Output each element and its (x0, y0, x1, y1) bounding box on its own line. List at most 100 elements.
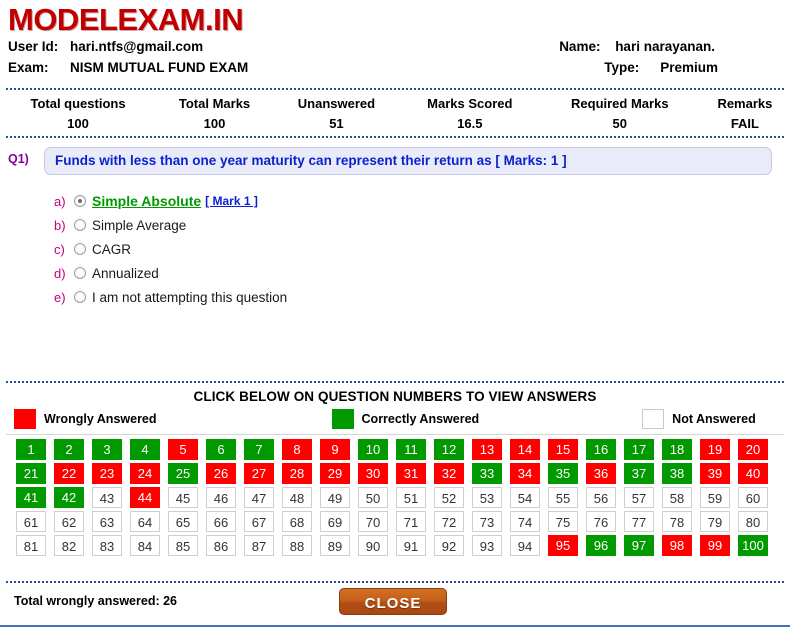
question-number-cell[interactable]: 42 (54, 487, 84, 508)
question-number-cell[interactable]: 4 (130, 439, 160, 460)
question-number-cell[interactable]: 68 (282, 511, 312, 532)
question-number-cell[interactable]: 11 (396, 439, 426, 460)
question-number-cell[interactable]: 1 (16, 439, 46, 460)
option-radio[interactable] (74, 267, 86, 279)
question-number-cell[interactable]: 40 (738, 463, 768, 484)
option-radio[interactable] (74, 291, 86, 303)
answer-option[interactable]: b) Simple Average (54, 213, 790, 237)
question-number-cell[interactable]: 59 (700, 487, 730, 508)
question-number-cell[interactable]: 97 (624, 535, 654, 556)
question-number-cell[interactable]: 53 (472, 487, 502, 508)
question-number-cell[interactable]: 65 (168, 511, 198, 532)
question-number-cell[interactable]: 17 (624, 439, 654, 460)
question-number-cell[interactable]: 67 (244, 511, 274, 532)
question-number-cell[interactable]: 82 (54, 535, 84, 556)
question-number-cell[interactable]: 18 (662, 439, 692, 460)
question-number-cell[interactable]: 62 (54, 511, 84, 532)
question-number-cell[interactable]: 28 (282, 463, 312, 484)
question-number-cell[interactable]: 38 (662, 463, 692, 484)
question-number-cell[interactable]: 78 (662, 511, 692, 532)
answer-option[interactable]: a) Simple Absolute[ Mark 1 ] (54, 189, 790, 213)
question-number-cell[interactable]: 26 (206, 463, 236, 484)
question-number-cell[interactable]: 84 (130, 535, 160, 556)
question-number-cell[interactable]: 8 (282, 439, 312, 460)
question-number-cell[interactable]: 54 (510, 487, 540, 508)
option-radio[interactable] (74, 195, 86, 207)
question-number-cell[interactable]: 60 (738, 487, 768, 508)
question-number-cell[interactable]: 69 (320, 511, 350, 532)
question-number-cell[interactable]: 100 (738, 535, 768, 556)
question-number-cell[interactable]: 47 (244, 487, 274, 508)
option-radio[interactable] (74, 219, 86, 231)
question-number-cell[interactable]: 51 (396, 487, 426, 508)
question-number-cell[interactable]: 61 (16, 511, 46, 532)
question-number-cell[interactable]: 48 (282, 487, 312, 508)
question-number-cell[interactable]: 70 (358, 511, 388, 532)
question-number-cell[interactable]: 44 (130, 487, 160, 508)
question-number-cell[interactable]: 96 (586, 535, 616, 556)
question-number-cell[interactable]: 25 (168, 463, 198, 484)
question-number-cell[interactable]: 77 (624, 511, 654, 532)
question-number-cell[interactable]: 80 (738, 511, 768, 532)
question-number-cell[interactable]: 39 (700, 463, 730, 484)
question-number-cell[interactable]: 30 (358, 463, 388, 484)
answer-option[interactable]: e) I am not attempting this question (54, 285, 790, 309)
question-number-cell[interactable]: 34 (510, 463, 540, 484)
question-number-cell[interactable]: 58 (662, 487, 692, 508)
question-number-cell[interactable]: 31 (396, 463, 426, 484)
question-number-cell[interactable]: 74 (510, 511, 540, 532)
question-number-cell[interactable]: 55 (548, 487, 578, 508)
question-number-cell[interactable]: 24 (130, 463, 160, 484)
question-number-cell[interactable]: 63 (92, 511, 122, 532)
question-number-cell[interactable]: 43 (92, 487, 122, 508)
question-number-cell[interactable]: 89 (320, 535, 350, 556)
question-number-cell[interactable]: 92 (434, 535, 464, 556)
question-number-cell[interactable]: 21 (16, 463, 46, 484)
question-number-cell[interactable]: 66 (206, 511, 236, 532)
question-number-cell[interactable]: 7 (244, 439, 274, 460)
question-number-cell[interactable]: 52 (434, 487, 464, 508)
option-radio[interactable] (74, 243, 86, 255)
question-number-cell[interactable]: 16 (586, 439, 616, 460)
question-number-cell[interactable]: 75 (548, 511, 578, 532)
question-number-cell[interactable]: 49 (320, 487, 350, 508)
question-number-cell[interactable]: 20 (738, 439, 768, 460)
answer-option[interactable]: d) Annualized (54, 261, 790, 285)
question-number-cell[interactable]: 98 (662, 535, 692, 556)
question-number-cell[interactable]: 95 (548, 535, 578, 556)
question-number-cell[interactable]: 93 (472, 535, 502, 556)
question-number-cell[interactable]: 5 (168, 439, 198, 460)
question-number-cell[interactable]: 23 (92, 463, 122, 484)
question-number-cell[interactable]: 72 (434, 511, 464, 532)
question-number-cell[interactable]: 37 (624, 463, 654, 484)
question-number-cell[interactable]: 64 (130, 511, 160, 532)
question-number-cell[interactable]: 36 (586, 463, 616, 484)
question-number-cell[interactable]: 10 (358, 439, 388, 460)
question-number-cell[interactable]: 45 (168, 487, 198, 508)
question-number-cell[interactable]: 15 (548, 439, 578, 460)
question-number-cell[interactable]: 12 (434, 439, 464, 460)
question-number-cell[interactable]: 81 (16, 535, 46, 556)
question-number-cell[interactable]: 9 (320, 439, 350, 460)
answer-option[interactable]: c) CAGR (54, 237, 790, 261)
question-number-cell[interactable]: 73 (472, 511, 502, 532)
question-number-cell[interactable]: 79 (700, 511, 730, 532)
question-number-cell[interactable]: 88 (282, 535, 312, 556)
question-number-cell[interactable]: 90 (358, 535, 388, 556)
question-number-cell[interactable]: 2 (54, 439, 84, 460)
question-number-cell[interactable]: 86 (206, 535, 236, 556)
question-number-cell[interactable]: 27 (244, 463, 274, 484)
question-number-cell[interactable]: 99 (700, 535, 730, 556)
question-number-cell[interactable]: 33 (472, 463, 502, 484)
question-number-cell[interactable]: 22 (54, 463, 84, 484)
question-number-cell[interactable]: 32 (434, 463, 464, 484)
question-number-cell[interactable]: 14 (510, 439, 540, 460)
question-number-cell[interactable]: 46 (206, 487, 236, 508)
question-number-cell[interactable]: 35 (548, 463, 578, 484)
question-number-cell[interactable]: 71 (396, 511, 426, 532)
question-number-cell[interactable]: 13 (472, 439, 502, 460)
question-number-cell[interactable]: 19 (700, 439, 730, 460)
question-number-cell[interactable]: 94 (510, 535, 540, 556)
question-number-cell[interactable]: 85 (168, 535, 198, 556)
question-number-cell[interactable]: 87 (244, 535, 274, 556)
